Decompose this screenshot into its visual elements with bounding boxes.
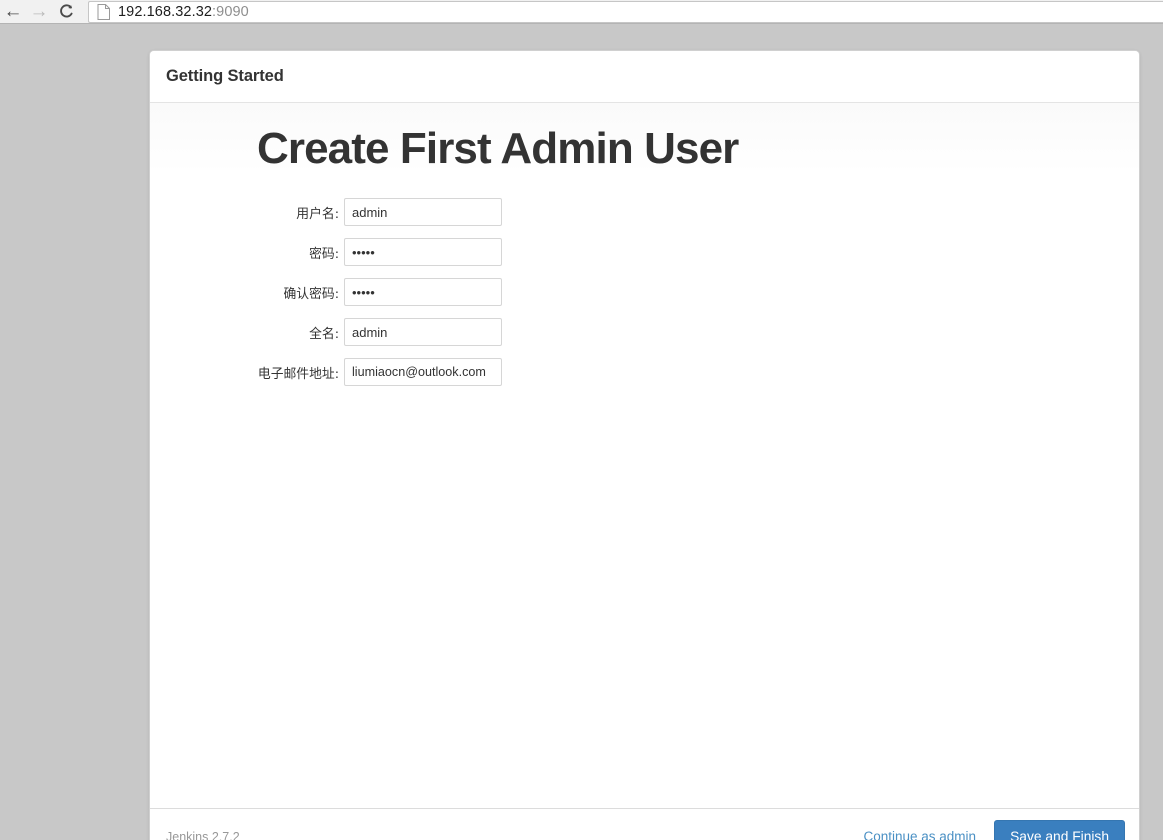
username-input[interactable] <box>344 198 502 226</box>
jenkins-version-label: Jenkins 2.7.2 <box>166 830 240 840</box>
fullname-input[interactable] <box>344 318 502 346</box>
url-port: :9090 <box>212 4 249 20</box>
forward-button[interactable]: → <box>26 0 52 24</box>
address-bar[interactable]: 192.168.32.32:9090 <box>88 1 1163 23</box>
reload-icon <box>60 3 73 17</box>
panel-footer: Jenkins 2.7.2 Continue as admin Save and… <box>150 808 1139 840</box>
page-viewport: Getting Started Create First Admin User … <box>0 24 1163 840</box>
continue-as-admin-link[interactable]: Continue as admin <box>863 829 976 840</box>
email-input[interactable] <box>344 358 502 386</box>
form-row-username: 用户名: <box>150 192 1139 232</box>
arrow-left-icon: ← <box>3 1 23 22</box>
confirm-password-label: 确认密码: <box>283 286 340 302</box>
panel-header: Getting Started <box>150 51 1139 103</box>
form-row-confirm-password: 确认密码: <box>150 272 1139 312</box>
fullname-label: 全名: <box>309 326 339 342</box>
reload-button[interactable] <box>53 0 79 24</box>
footer-actions: Continue as admin Save and Finish <box>863 819 1125 840</box>
confirm-password-input[interactable] <box>344 278 502 306</box>
document-icon <box>97 4 110 20</box>
save-and-finish-button[interactable]: Save and Finish <box>994 819 1125 840</box>
form-row-fullname: 全名: <box>150 312 1139 352</box>
password-label: 密码: <box>309 246 339 262</box>
form-row-email: 电子邮件地址: <box>150 352 1139 392</box>
username-label: 用户名: <box>296 206 339 222</box>
admin-user-form: 用户名: 密码: 确认密码: 全名: 电子邮件地址: <box>150 192 1139 392</box>
url-host: 192.168.32.32 <box>118 4 213 20</box>
arrow-right-icon: → <box>29 1 49 22</box>
form-row-password: 密码: <box>150 232 1139 272</box>
page-title: Getting Started <box>166 67 284 85</box>
email-label: 电子邮件地址: <box>257 366 339 382</box>
form-heading: Create First Admin User <box>257 124 739 173</box>
back-button[interactable]: ← <box>0 0 26 24</box>
setup-wizard-panel: Getting Started Create First Admin User … <box>149 50 1140 840</box>
password-input[interactable] <box>344 238 502 266</box>
panel-body: Create First Admin User 用户名: 密码: 确认密码: 全… <box>150 103 1139 808</box>
browser-toolbar: ← → 192.168.32.32:9090 <box>0 0 1163 24</box>
url-text: 192.168.32.32:9090 <box>118 4 249 20</box>
